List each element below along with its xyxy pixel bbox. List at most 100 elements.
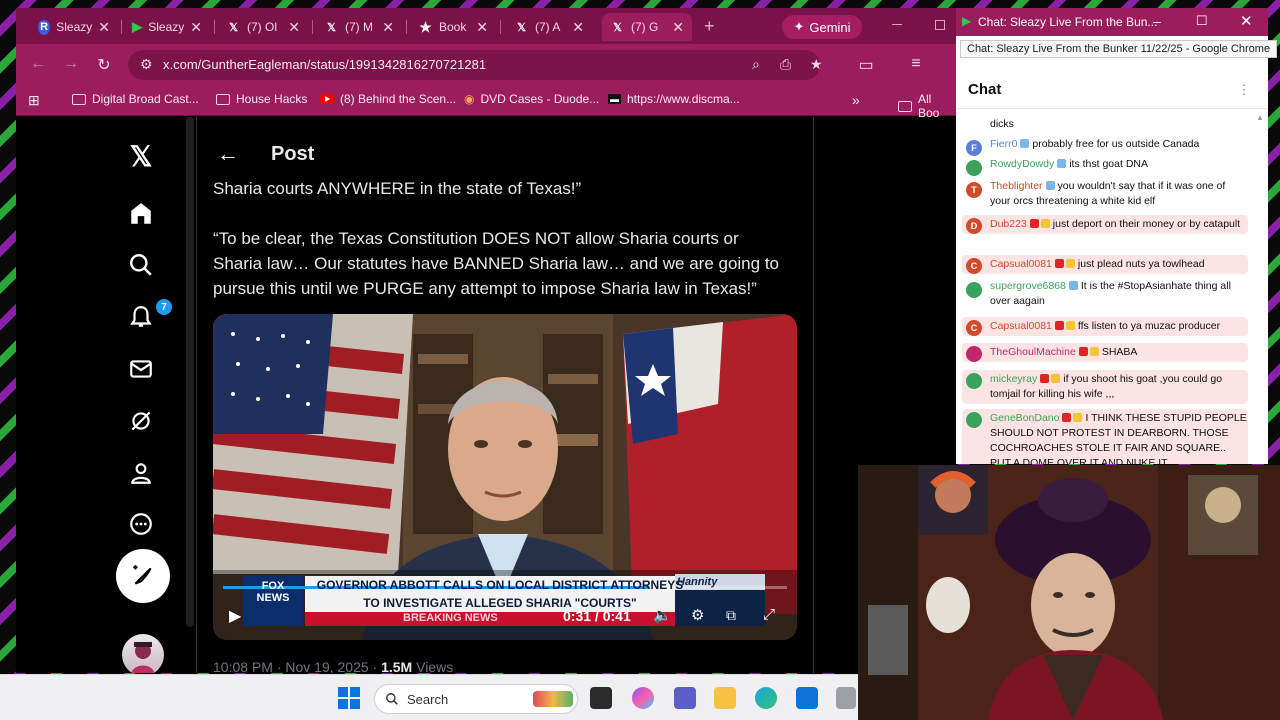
store-icon[interactable] (796, 687, 818, 709)
volume-icon[interactable]: 🔈 (653, 606, 672, 624)
chat-message[interactable]: F Fierr0 probably free for us outside Cana… (962, 137, 1248, 156)
chat-message[interactable]: GeneBonDano I THINK THESE STUPID PEOPLE S… (962, 409, 1248, 464)
bookmark-item[interactable]: (8) Behind the Scen... (320, 92, 456, 106)
nav-scrollbar[interactable] (186, 117, 194, 627)
tab-2[interactable]: ▶ Sleazy ✕ (124, 13, 210, 41)
app-icon[interactable] (836, 687, 856, 709)
apps-grid-icon[interactable]: ⊞ (28, 92, 40, 109)
profile-icon[interactable] (126, 458, 156, 488)
forward-icon[interactable]: → (61, 55, 81, 73)
scroll-up-arrow-icon[interactable]: ▲ (1256, 113, 1264, 127)
gemini-button[interactable]: ✦ Gemini (782, 15, 862, 39)
tab-5[interactable]: ★ Book ✕ (410, 13, 496, 41)
task-view-icon[interactable] (590, 687, 612, 709)
avatar[interactable] (966, 412, 982, 428)
reading-list-icon[interactable]: ▭ (856, 55, 876, 75)
chat-message-list[interactable]: dicks F Fierr0 probably free for us outside… (956, 108, 1268, 464)
more-bookmarks-icon[interactable]: » (852, 92, 860, 108)
maximize-button[interactable]: ☐ (1196, 13, 1208, 29)
avatar[interactable] (966, 346, 982, 362)
chat-message[interactable]: T Theblighter you wouldn't say that if it … (962, 179, 1248, 209)
fullscreen-icon[interactable]: ⤢ (763, 606, 775, 623)
kebab-menu-icon[interactable]: ⋮ (1236, 82, 1252, 98)
close-icon[interactable]: ✕ (288, 19, 300, 36)
media-controls-icon[interactable]: ≡ (906, 55, 926, 73)
compose-post-button[interactable] (116, 549, 170, 603)
copilot-icon[interactable] (632, 687, 654, 709)
chat-author[interactable]: GeneBonDano (990, 412, 1059, 424)
edge-icon[interactable] (755, 687, 777, 709)
chat-message[interactable]: mickeyray if you shoot his goat ,you coul… (962, 370, 1248, 404)
site-info-icon[interactable]: ⚙ (140, 56, 153, 73)
chat-author[interactable]: Dub223 (990, 218, 1027, 230)
video-player[interactable]: FOX NEWS GOVERNOR ABBOTT CALLS ON LOCAL … (213, 314, 797, 640)
tab-7-active[interactable]: 𝕏 (7) G ✕ (602, 13, 692, 41)
play-icon[interactable]: ▶ (229, 606, 241, 626)
address-bar[interactable]: ⚙ x.com/GuntherEagleman/status/199134281… (128, 50, 823, 80)
chat-message[interactable]: RowdyDowdy its thst goat DNA (962, 157, 1248, 176)
bookmark-item[interactable]: House Hacks (216, 92, 307, 106)
close-icon[interactable]: ✕ (572, 19, 584, 36)
all-bookmarks-item[interactable]: All Boo (898, 92, 956, 120)
chat-author[interactable]: mickeyray (990, 373, 1037, 385)
post-timestamp[interactable]: 10:08 PM · Nov 19, 2025 · (213, 659, 381, 673)
bookmark-item[interactable]: ▬ https://www.discma... (608, 92, 740, 106)
chat-author[interactable]: Capsual0081 (990, 258, 1052, 270)
avatar[interactable] (966, 282, 982, 298)
avatar[interactable]: C (966, 320, 982, 336)
home-icon[interactable] (126, 199, 156, 229)
bell-icon[interactable] (126, 302, 156, 332)
avatar[interactable]: D (966, 218, 982, 234)
chat-message[interactable]: C Capsual0081 just plead nuts ya towlhead (962, 255, 1248, 274)
taskbar-search-box[interactable]: Search (374, 684, 578, 714)
bookmark-item[interactable]: ◉ DVD Cases - Duode... (464, 92, 599, 106)
close-icon[interactable]: ✕ (190, 19, 202, 36)
chat-author[interactable]: Capsual0081 (990, 320, 1052, 332)
teams-icon[interactable] (674, 687, 696, 709)
pip-icon[interactable]: ⧉ (726, 607, 736, 624)
back-arrow-icon[interactable]: ← (217, 141, 239, 167)
close-icon[interactable]: ✕ (382, 19, 394, 36)
avatar[interactable] (966, 373, 982, 389)
account-avatar[interactable] (122, 634, 164, 673)
close-icon[interactable]: ✕ (476, 19, 488, 36)
install-app-icon[interactable]: ⎙ (780, 56, 791, 73)
zoom-icon[interactable]: ⌕ (752, 56, 760, 73)
new-tab-button[interactable]: + (704, 16, 715, 37)
minimize-button[interactable] (892, 24, 902, 25)
chat-message[interactable]: TheGhoulMachine SHABA (962, 343, 1248, 362)
bookmark-star-icon[interactable]: ★ (810, 56, 823, 73)
chat-author[interactable]: Theblighter (990, 180, 1043, 192)
avatar[interactable]: C (966, 258, 982, 274)
chat-author[interactable]: supergrove6868 (990, 280, 1066, 292)
more-icon[interactable] (126, 509, 156, 539)
chat-message[interactable]: dicks (962, 117, 1248, 132)
file-explorer-icon[interactable] (714, 687, 736, 709)
tab-4[interactable]: 𝕏 (7) M ✕ (316, 13, 402, 41)
minimize-button[interactable]: – (1153, 13, 1161, 29)
close-button[interactable]: ✕ (1240, 12, 1253, 30)
chat-message[interactable]: supergrove6868 It is the #StopAsianhate t… (962, 279, 1248, 309)
avatar[interactable]: T (966, 182, 982, 198)
chat-message[interactable]: D Dub223 just deport on their money or by … (962, 215, 1248, 234)
search-icon[interactable] (126, 250, 156, 280)
grok-icon[interactable] (126, 406, 156, 436)
chat-window-titlebar[interactable]: ▶ Chat: Sleazy Live From the Bun... – ☐ … (956, 8, 1268, 36)
maximize-button[interactable] (935, 20, 945, 30)
back-icon[interactable]: ← (28, 55, 48, 73)
tab-6[interactable]: 𝕏 (7) A ✕ (506, 13, 592, 41)
x-logo-icon[interactable]: 𝕏 (126, 141, 156, 172)
url-text[interactable]: x.com/GuntherEagleman/status/19913428162… (163, 57, 486, 72)
avatar[interactable] (966, 160, 982, 176)
close-icon[interactable]: ✕ (672, 19, 684, 36)
chat-author[interactable]: TheGhoulMachine (990, 346, 1076, 358)
close-icon[interactable]: ✕ (98, 19, 110, 36)
tab-1[interactable]: R Sleazy ✕ (30, 13, 118, 41)
mail-icon[interactable] (126, 354, 156, 384)
bookmark-item[interactable]: Digital Broad Cast... (72, 92, 199, 106)
windows-start-icon[interactable] (338, 687, 360, 709)
chat-author[interactable]: RowdyDowdy (990, 158, 1054, 170)
tab-3[interactable]: 𝕏 (7) Ol ✕ (218, 13, 308, 41)
chat-message[interactable]: C Capsual0081 ffs listen to ya muzac produ… (962, 317, 1248, 336)
reload-icon[interactable]: ↻ (94, 55, 114, 75)
